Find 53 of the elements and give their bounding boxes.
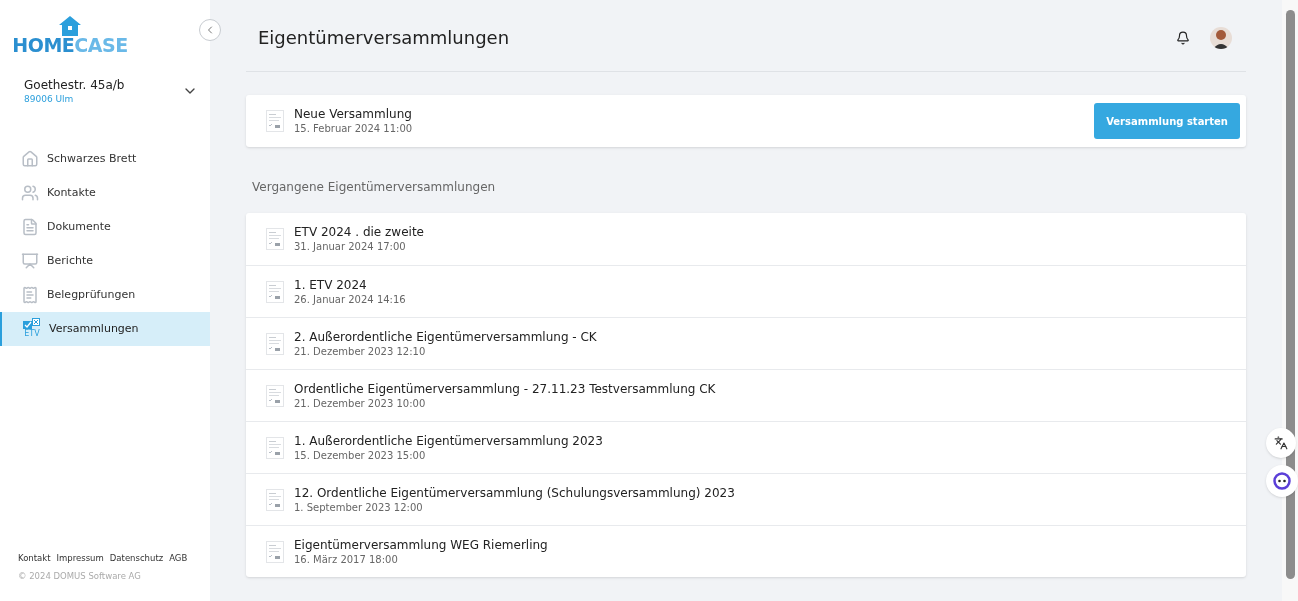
meeting-date: 16. März 2017 18:00 [294,552,399,567]
meeting-date: 31. Januar 2024 17:00 [294,240,407,254]
section-heading: Vergangene Eigentümerversammlungen [252,179,497,196]
document-icon [266,436,284,459]
nav-item[interactable]: ETV Versammlungen [0,312,210,346]
meeting-date: 15. Februar 2024 11:00 [294,122,414,136]
document-icon [266,540,284,563]
copyright-text: © 2024 DOMUS Software AG [18,570,142,583]
footer-link[interactable]: Datenschutz [109,551,164,565]
logo-wordmark: HOMECASE [12,36,128,55]
meeting-date: 15. Dezember 2023 15:00 [294,448,427,463]
notification-bell-icon[interactable] [1176,30,1190,45]
meeting-date: 21. Dezember 2023 10:00 [294,396,427,411]
document-icon [266,332,284,355]
chart-board-icon [21,252,39,270]
assistant-button[interactable] [1266,465,1298,497]
page-title: Eigentümerversammlungen [258,26,511,50]
meeting-title[interactable]: ETV 2024 . die zweite [294,224,1226,240]
document-icon [266,384,284,407]
document-icon [266,280,284,303]
meeting-date: 26. Januar 2024 14:16 [294,292,407,307]
nav-item[interactable]: Kontakte [0,176,210,210]
scrollbar[interactable] [1282,0,1298,601]
document-icon [21,218,39,236]
people-icon [21,184,39,202]
avatar[interactable] [1210,26,1232,49]
house-icon [21,150,39,168]
robot-face-icon [1273,472,1291,490]
document-icon [266,488,284,511]
meeting-date: 1. September 2023 12:00 [294,500,424,515]
document-icon [266,228,284,250]
nav-item[interactable]: Berichte [0,244,210,278]
nav-item[interactable]: Dokumente [0,210,210,244]
footer-link[interactable]: AGB [169,551,188,565]
meeting-title[interactable]: Ordentliche Eigentümerversammlung - 27.11.23 Testversammlung CK [294,380,1226,397]
meeting-title[interactable]: 12. Ordentliche Eigentümerversammlung (Schulungsversammlung) 2023 [294,484,1226,501]
nav-item[interactable]: Belegprüfungen [0,278,210,312]
meeting-title[interactable]: Eigentümerversammlung WEG Riemerling [294,536,1226,553]
footer-link[interactable]: Kontakt [18,551,51,565]
meeting-title[interactable]: Neue Versammlung [294,106,1095,122]
property-address[interactable]: Goethestr. 45a/b [24,77,125,93]
meeting-date: 21. Dezember 2023 12:10 [294,344,427,359]
meeting-title[interactable]: 1. ETV 2024 [294,276,1226,293]
meeting-title[interactable]: 2. Außerordentliche Eigentümerversammlung - CK [294,328,1226,345]
meeting-title[interactable]: 1. Außerordentliche Eigentümerversammlung 2023 [294,432,1226,449]
house-logo-icon [59,16,81,36]
translate-icon [1274,436,1288,450]
document-icon [266,110,284,132]
nav-item[interactable]: Schwarzes Brett [0,142,210,176]
translate-button[interactable] [1266,428,1296,458]
receipt-icon [21,286,39,304]
property-city: 89006 Ulm [24,93,75,105]
footer-link[interactable]: Impressum [56,551,104,565]
